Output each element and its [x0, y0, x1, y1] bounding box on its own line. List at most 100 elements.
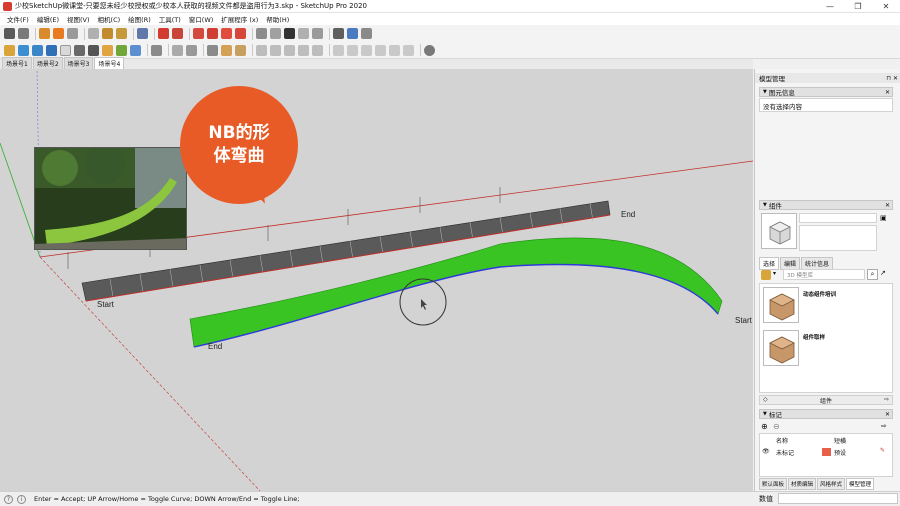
shaded-icon[interactable] — [375, 44, 386, 56]
scene-tab-1[interactable]: 场景号1 — [2, 57, 32, 69]
xray-icon[interactable] — [333, 44, 344, 56]
entity-info-header[interactable]: ▼ 图元信息 ✕ — [759, 87, 893, 97]
menu-draw[interactable]: 绘图(R) — [124, 14, 155, 24]
globe-icon[interactable] — [18, 44, 29, 56]
warehouse-icon[interactable] — [193, 28, 204, 39]
menu-edit[interactable]: 编辑(E) — [33, 14, 63, 24]
tray-close-icon[interactable]: ✕ — [893, 75, 898, 82]
components-header[interactable]: ▼ 组件 ✕ — [759, 200, 893, 210]
cursor-icon[interactable] — [74, 44, 85, 56]
component-search-input[interactable]: 3D 模型库 — [783, 269, 865, 280]
grid-icon[interactable] — [186, 44, 197, 56]
search-icon[interactable]: ⌕ — [867, 269, 878, 280]
tab-default-panel[interactable]: 默认面板 — [759, 478, 788, 490]
minimize-button[interactable]: — — [816, 0, 844, 13]
open-folder-icon[interactable] — [312, 28, 323, 39]
home-icon[interactable] — [4, 44, 15, 56]
expand-icon[interactable] — [333, 28, 344, 39]
tree-icon[interactable] — [116, 44, 127, 56]
pin-icon[interactable]: ⊓ — [886, 75, 891, 82]
print-icon[interactable] — [137, 28, 148, 39]
select-tool-icon[interactable] — [4, 28, 15, 39]
square-icon[interactable] — [284, 28, 295, 39]
building-icon[interactable] — [172, 28, 183, 39]
panel-icon[interactable] — [347, 28, 358, 39]
menu-tools[interactable]: 工具(T) — [155, 14, 185, 24]
forward-arrow-icon[interactable]: ↗ — [880, 269, 886, 277]
stop-animation-icon[interactable] — [67, 28, 78, 39]
tags-close-icon[interactable]: ✕ — [885, 411, 890, 418]
arrow-left-icon[interactable]: ◇ — [763, 396, 768, 403]
close-button[interactable]: ✕ — [872, 0, 900, 13]
menu-camera[interactable]: 相机(C) — [94, 14, 125, 24]
visibility-eye-icon[interactable]: 👁 — [762, 448, 770, 455]
geo-location-icon[interactable] — [424, 44, 435, 56]
tab-model-manager[interactable]: 模型管理 — [846, 478, 875, 490]
tab-select[interactable]: 选择 — [759, 257, 780, 270]
textured-icon[interactable] — [389, 44, 400, 56]
speaker-icon[interactable] — [151, 44, 162, 56]
scene-tab-3[interactable]: 场景号3 — [63, 57, 94, 69]
gear-icon[interactable] — [158, 28, 169, 39]
extension-icon[interactable] — [207, 28, 218, 39]
home-icon[interactable] — [761, 270, 771, 280]
info-icon[interactable]: i — [17, 494, 26, 504]
hidden-line-icon[interactable] — [361, 44, 372, 56]
ruler-icon[interactable] — [172, 44, 183, 56]
tag-name[interactable]: 未标记 — [776, 448, 794, 457]
box-icon[interactable] — [60, 44, 71, 56]
wireframe-icon[interactable] — [347, 44, 358, 56]
pencil-icon[interactable]: ✎ — [880, 447, 885, 454]
component-item-thumb[interactable] — [763, 287, 799, 323]
components-close-icon[interactable]: ✕ — [885, 202, 890, 209]
scene-tab-2[interactable]: 场景号2 — [32, 57, 63, 69]
undo-icon[interactable] — [88, 28, 99, 39]
component-item-name[interactable]: 动态组件培训 — [803, 290, 836, 298]
walk-icon[interactable] — [221, 44, 232, 56]
scene-tab-4[interactable]: 场景号4 — [94, 57, 125, 69]
component-item-name[interactable]: 组件取样 — [803, 333, 825, 341]
component-description-field[interactable] — [799, 225, 877, 251]
ruby-icon[interactable] — [221, 28, 232, 39]
tab-styles[interactable]: 风格样式 — [817, 478, 846, 490]
rotate-icon[interactable] — [46, 44, 57, 56]
sketchup-store-icon[interactable] — [235, 28, 246, 39]
tag-color-swatch[interactable] — [822, 448, 831, 456]
modeling-viewport[interactable]: End Start End Start NB的形 体弯曲 — [0, 69, 753, 491]
tag-details-icon[interactable]: ⇨ — [881, 422, 887, 430]
maximize-button[interactable]: ❐ — [844, 0, 872, 13]
image-icon[interactable] — [130, 44, 141, 56]
zoom-icon[interactable] — [88, 44, 99, 56]
view-iso-icon[interactable] — [256, 44, 267, 56]
person-icon[interactable] — [235, 44, 246, 56]
component-name-field[interactable] — [799, 213, 877, 223]
play-animation-icon[interactable] — [53, 28, 64, 39]
lasso-tool-icon[interactable] — [18, 28, 29, 39]
monochrome-icon[interactable] — [403, 44, 414, 56]
tags-header[interactable]: ▼ 标记 ✕ — [759, 409, 893, 419]
menu-view[interactable]: 视图(V) — [63, 14, 94, 24]
entity-info-close-icon[interactable]: ✕ — [885, 89, 890, 96]
arrow-right-icon[interactable]: ⇨ — [884, 396, 889, 403]
add-tag-icon[interactable]: ⊕ — [761, 422, 768, 431]
view-top-icon[interactable] — [270, 44, 281, 56]
layer-icon[interactable] — [32, 44, 43, 56]
lock-icon[interactable]: ▣ — [880, 214, 887, 222]
chevron-down-icon[interactable]: ▾ — [773, 270, 776, 277]
view-front-icon[interactable] — [284, 44, 295, 56]
bucket-icon[interactable] — [102, 28, 113, 39]
measurements-input[interactable] — [778, 493, 898, 504]
cube-icon[interactable] — [102, 44, 113, 56]
tag-pattern[interactable]: 预设 — [834, 448, 846, 457]
tape-icon[interactable] — [116, 28, 127, 39]
push-pull-icon[interactable] — [39, 28, 50, 39]
component-item-thumb[interactable] — [763, 330, 799, 366]
menu-window[interactable]: 窗口(W) — [185, 14, 218, 24]
camera-icon[interactable] — [207, 44, 218, 56]
help-icon[interactable]: ? — [4, 494, 13, 504]
tab-material-editor[interactable]: 材质编辑 — [788, 478, 817, 490]
menu-help[interactable]: 帮助(H) — [262, 14, 293, 24]
view-back-icon[interactable] — [312, 44, 323, 56]
remove-tag-icon[interactable]: ⊖ — [773, 422, 780, 431]
view-right-icon[interactable] — [298, 44, 309, 56]
